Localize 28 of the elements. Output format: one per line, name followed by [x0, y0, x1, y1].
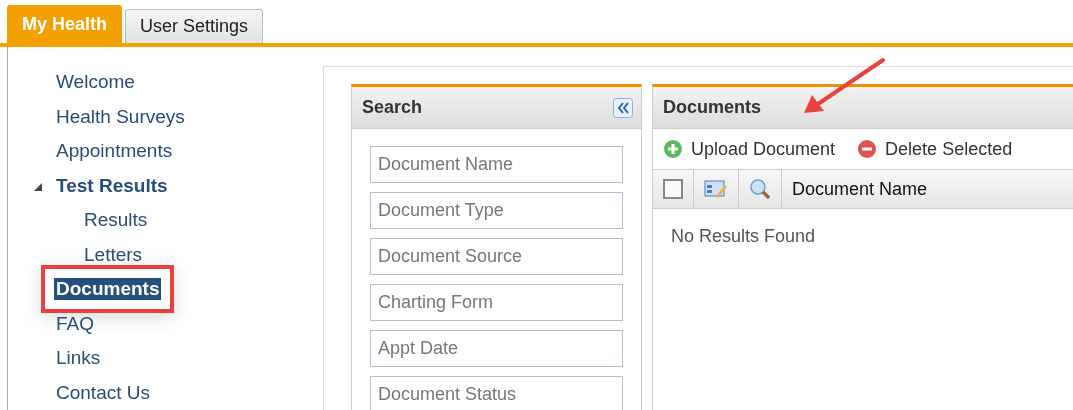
minus-icon — [857, 139, 878, 159]
input-field[interactable]: Document Name — [370, 146, 623, 183]
tab[interactable]: User Settings — [125, 9, 264, 43]
nav-item[interactable]: Welcome — [54, 71, 137, 94]
expand-triangle-icon[interactable] — [33, 181, 43, 192]
collapse-icon[interactable] — [613, 97, 633, 118]
checkbox[interactable] — [663, 179, 683, 199]
panel-title: Documents — [663, 97, 761, 118]
nav-item[interactable]: Test Results — [54, 174, 170, 197]
toolbar-button[interactable]: Upload Document — [663, 138, 836, 160]
input-field[interactable]: Charting Form — [370, 284, 623, 321]
input-field[interactable]: Document Status — [370, 376, 623, 410]
nav-item[interactable]: Letters — [82, 243, 145, 266]
empty-message: No Results Found — [670, 225, 817, 248]
nav-item[interactable]: Results — [82, 209, 150, 232]
edit-card-icon[interactable] — [704, 179, 728, 199]
nav-item[interactable]: Contact Us — [54, 381, 152, 404]
input-field[interactable]: Document Source — [370, 238, 623, 275]
input-field[interactable]: Document Type — [370, 192, 623, 229]
nav-item[interactable]: FAQ — [54, 312, 96, 335]
plus-icon — [663, 139, 683, 159]
nav-item[interactable]: Appointments — [54, 140, 175, 163]
panel-title: Search — [362, 97, 423, 118]
input-field[interactable]: Appt Date — [370, 330, 623, 367]
toolbar-button[interactable]: Delete Selected — [857, 138, 1013, 160]
nav-item[interactable]: Health Surveys — [54, 105, 187, 128]
nav-item[interactable]: Links — [54, 347, 103, 370]
search-icon[interactable] — [749, 178, 771, 200]
